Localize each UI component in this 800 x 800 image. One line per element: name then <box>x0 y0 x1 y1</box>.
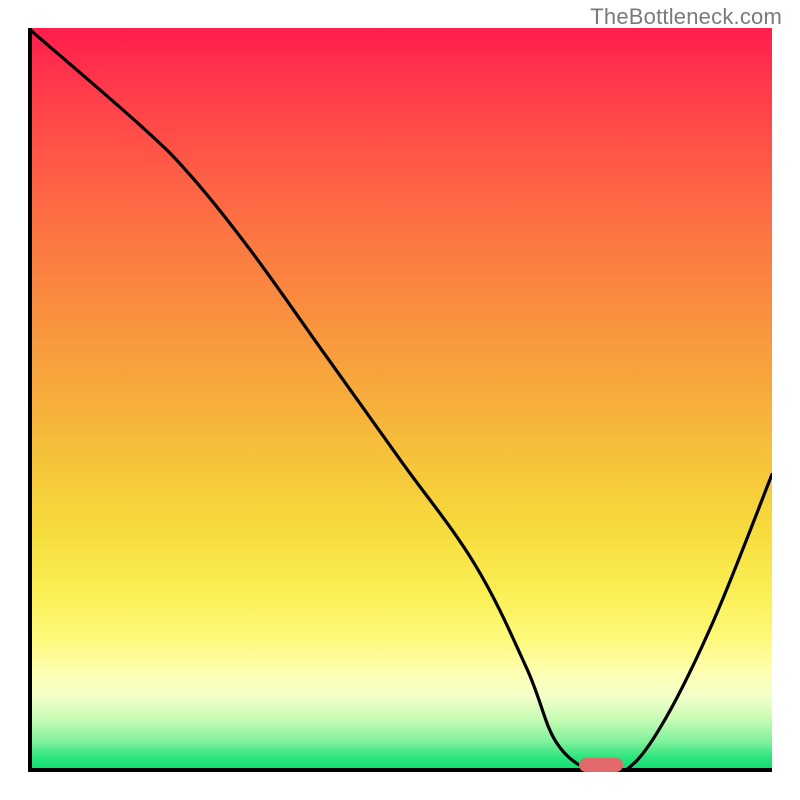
optimal-marker <box>579 758 624 772</box>
plot-frame <box>28 28 772 772</box>
watermark-text: TheBottleneck.com <box>590 4 782 30</box>
bottleneck-curve <box>28 28 772 772</box>
chart-container: TheBottleneck.com <box>0 0 800 800</box>
